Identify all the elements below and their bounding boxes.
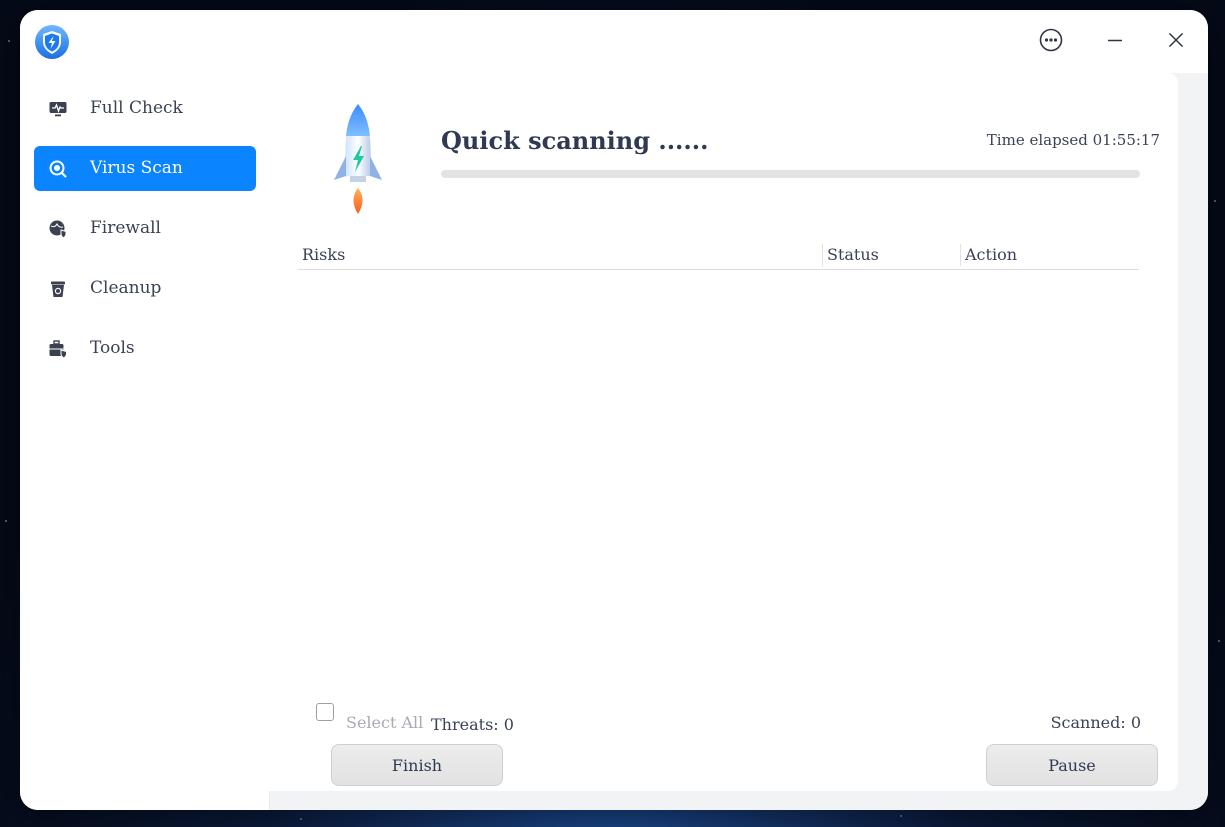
sidebar-item-tools[interactable]: Tools xyxy=(34,326,256,371)
scan-search-icon xyxy=(48,159,68,179)
sidebar-item-label: Virus Scan xyxy=(90,158,183,178)
results-table-header: Risks Status Action xyxy=(298,242,1139,270)
column-divider[interactable] xyxy=(960,244,961,266)
trash-bin-icon xyxy=(48,279,68,299)
sidebar-item-full-check[interactable]: Full Check xyxy=(34,86,256,131)
threats-count: Threats: 0 xyxy=(431,715,514,734)
sidebar-item-firewall[interactable]: Firewall xyxy=(34,206,256,251)
shield-logo-icon xyxy=(34,24,70,60)
titlebar xyxy=(20,10,1208,73)
sidebar-item-label: Firewall xyxy=(90,218,161,238)
globe-shield-icon xyxy=(48,219,68,239)
scan-status-title: Quick scanning ...... xyxy=(441,126,709,155)
scanned-count: Scanned: 0 xyxy=(1050,713,1141,732)
close-icon xyxy=(1168,32,1184,52)
time-elapsed: Time elapsed 01:55:17 xyxy=(986,131,1160,149)
sidebar-item-label: Cleanup xyxy=(90,278,162,298)
column-header-status[interactable]: Status xyxy=(827,245,879,264)
minimize-button[interactable] xyxy=(1099,26,1131,58)
more-options-button[interactable] xyxy=(1035,26,1067,58)
scan-progress-bar xyxy=(441,170,1140,178)
results-table-body xyxy=(298,272,1139,692)
monitor-pulse-icon xyxy=(48,99,68,119)
column-header-action[interactable]: Action xyxy=(965,245,1017,264)
sidebar-item-virus-scan[interactable]: Virus Scan xyxy=(34,146,256,191)
column-header-risks[interactable]: Risks xyxy=(302,245,345,264)
select-all-checkbox[interactable] xyxy=(316,703,334,721)
finish-button[interactable]: Finish xyxy=(331,744,503,786)
more-options-icon xyxy=(1039,28,1063,56)
toolbox-icon xyxy=(48,339,68,359)
sidebar-item-cleanup[interactable]: Cleanup xyxy=(34,266,256,311)
sidebar-item-label: Full Check xyxy=(90,98,183,118)
close-button[interactable] xyxy=(1160,26,1192,58)
rocket-icon xyxy=(326,96,390,224)
sidebar: Full Check Virus Scan Firewall Cleanup T… xyxy=(20,73,270,810)
column-divider[interactable] xyxy=(822,244,823,266)
sidebar-item-label: Tools xyxy=(90,338,135,358)
minimize-icon xyxy=(1107,32,1123,52)
select-all-label: Select All xyxy=(346,713,424,732)
pause-button[interactable]: Pause xyxy=(986,744,1158,786)
